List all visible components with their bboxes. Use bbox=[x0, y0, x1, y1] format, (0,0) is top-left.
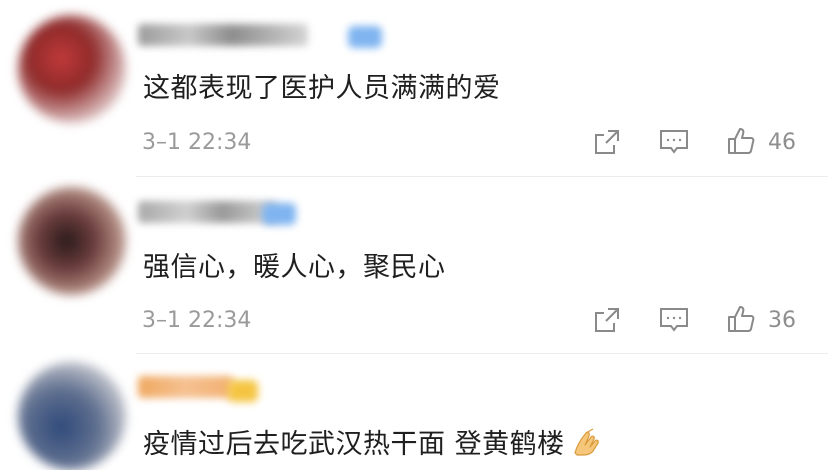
username-blurred[interactable] bbox=[138, 376, 233, 398]
username-blurred[interactable] bbox=[138, 201, 278, 223]
comment-time: 3–1 22:34 bbox=[142, 308, 252, 333]
comment-item: 这都表现了医护人员满满的爱 3–1 22:34 46 bbox=[0, 0, 828, 177]
avatar[interactable] bbox=[18, 362, 126, 470]
comment-text: 疫情过后去吃武汉热干面 登黄鹤楼 bbox=[143, 422, 605, 464]
like-count: 46 bbox=[768, 130, 796, 155]
avatar[interactable] bbox=[18, 187, 126, 295]
share-icon[interactable] bbox=[590, 125, 624, 159]
comment-text: 这都表现了医护人员满满的爱 bbox=[143, 73, 501, 104]
comment-text: 强信心，暖人心，聚民心 bbox=[143, 252, 446, 283]
comment-text-content: 疫情过后去吃武汉热干面 登黄鹤楼 bbox=[143, 429, 565, 460]
thumbs-up-icon[interactable] bbox=[724, 124, 758, 158]
comment-item: 疫情过后去吃武汉热干面 登黄鹤楼 bbox=[0, 354, 828, 470]
user-badge bbox=[228, 380, 258, 402]
user-badge bbox=[262, 203, 296, 225]
avatar[interactable] bbox=[18, 15, 126, 123]
comment-time: 3–1 22:34 bbox=[142, 130, 252, 155]
comment-item: 强信心，暖人心，聚民心 3–1 22:34 36 bbox=[0, 177, 828, 354]
like-count: 36 bbox=[768, 308, 796, 333]
thumbs-up-icon[interactable] bbox=[724, 302, 758, 336]
folded-hands-emoji bbox=[571, 427, 605, 464]
share-icon[interactable] bbox=[590, 303, 624, 337]
comment-icon[interactable] bbox=[657, 125, 691, 159]
user-badge bbox=[348, 26, 382, 48]
comment-icon[interactable] bbox=[657, 303, 691, 337]
username-blurred[interactable] bbox=[138, 24, 308, 46]
